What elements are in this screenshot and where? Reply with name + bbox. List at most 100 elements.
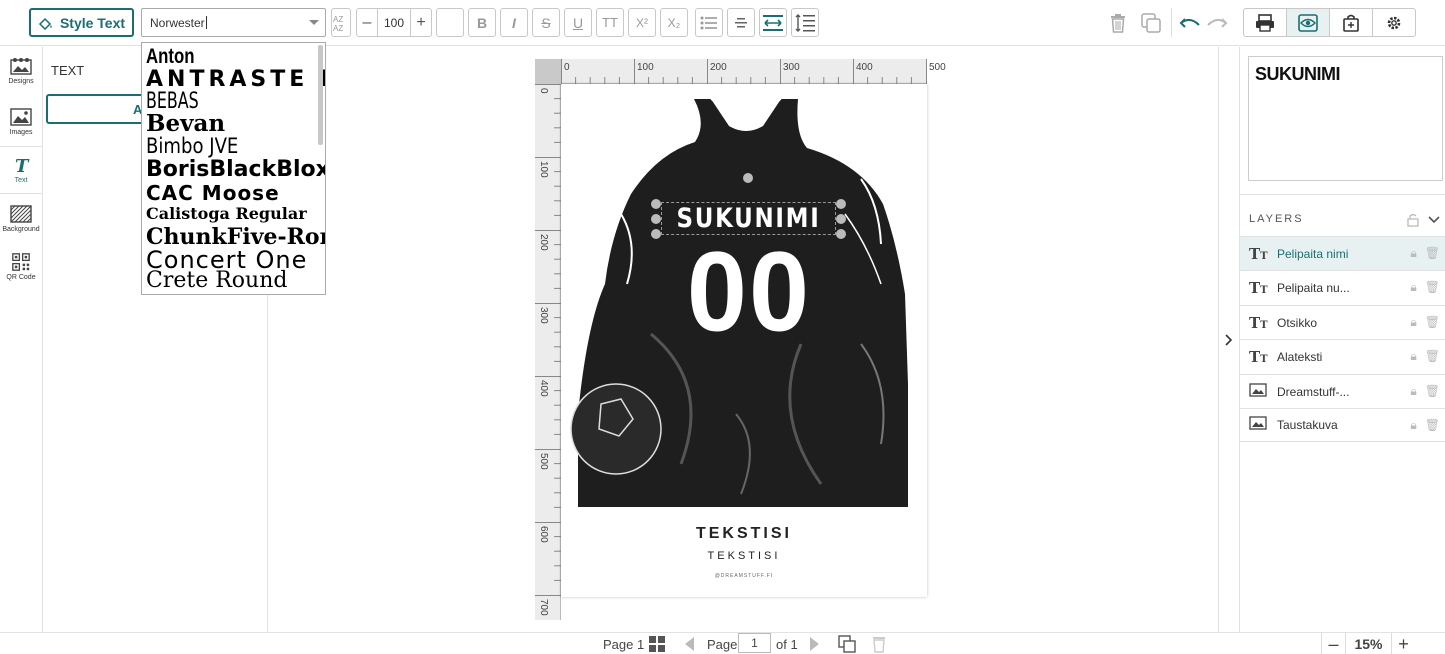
- image-layer-icon: [1249, 382, 1271, 401]
- font-option[interactable]: Bevan: [146, 112, 225, 135]
- font-option[interactable]: Calistoga Regular: [146, 206, 307, 222]
- trash-icon[interactable]: 🗑︎: [1425, 384, 1440, 399]
- design-credit-text[interactable]: @DREAMSTUFF.FI: [561, 573, 927, 579]
- lock-icon[interactable]: 🔒︎: [1410, 384, 1416, 399]
- font-option[interactable]: Anton: [146, 46, 195, 67]
- design-title-text[interactable]: TEKSTISI: [561, 525, 927, 543]
- resize-handle[interactable]: [651, 199, 661, 209]
- delete-page-button[interactable]: [872, 635, 886, 653]
- design-page[interactable]: 00 SUKUNIMI TEKSTISI TEKSTISI @DREAMSTUF…: [561, 84, 927, 597]
- right-panel-toggle[interactable]: [1218, 47, 1239, 632]
- subscript-button[interactable]: X₂: [660, 8, 688, 37]
- print-preview-button[interactable]: [1244, 9, 1287, 36]
- eye-icon: [1298, 13, 1318, 32]
- lock-icon[interactable]: 🔒︎: [1410, 246, 1416, 261]
- lock-icon[interactable]: 🔒︎: [1410, 280, 1416, 295]
- lock-icon[interactable]: 🔒︎: [1410, 315, 1416, 330]
- trash-icon[interactable]: 🗑︎: [1425, 315, 1440, 330]
- resize-handle[interactable]: [836, 229, 846, 239]
- lock-all-icon[interactable]: [1406, 213, 1420, 227]
- letter-spacing-button[interactable]: AZ AZ: [331, 8, 351, 37]
- layer-item[interactable]: Dreamstuff-... 🔒︎ 🗑︎: [1240, 374, 1445, 408]
- bold-button[interactable]: B: [468, 8, 496, 37]
- duplicate-icon: [1141, 13, 1161, 33]
- layer-item[interactable]: TT Pelipaita nimi 🔒︎ 🗑︎: [1240, 236, 1445, 270]
- uppercase-button[interactable]: TT: [596, 8, 624, 37]
- design-subtitle-text[interactable]: TEKSTISI: [561, 550, 927, 562]
- align-center-button[interactable]: [727, 8, 755, 37]
- underline-button[interactable]: U: [564, 8, 592, 37]
- zoom-in-button[interactable]: +: [1391, 633, 1415, 654]
- style-text-button[interactable]: Style Text: [29, 8, 134, 37]
- resize-handle[interactable]: [651, 214, 661, 224]
- font-size-increase-button[interactable]: +: [411, 14, 431, 32]
- layer-name: Alateksti: [1277, 349, 1323, 364]
- line-height-button[interactable]: [791, 8, 819, 37]
- rail-item-qr-code[interactable]: QR Code: [0, 243, 42, 291]
- chevron-down-icon[interactable]: [1428, 216, 1440, 224]
- add-to-cart-button[interactable]: [1330, 9, 1373, 36]
- strikethrough-button[interactable]: S: [532, 8, 560, 37]
- superscript-button[interactable]: X²: [628, 8, 656, 37]
- layer-item[interactable]: TT Otsikko 🔒︎ 🗑︎: [1240, 305, 1445, 339]
- font-size-value[interactable]: 100: [377, 9, 411, 36]
- chevron-down-icon[interactable]: [309, 20, 319, 25]
- font-size-decrease-button[interactable]: –: [357, 14, 377, 32]
- italic-button[interactable]: I: [500, 8, 528, 37]
- undo-button[interactable]: [1177, 10, 1203, 36]
- trash-icon[interactable]: 🗑︎: [1425, 280, 1440, 295]
- resize-handle[interactable]: [651, 229, 661, 239]
- next-page-button[interactable]: [809, 635, 821, 653]
- player-silhouette-image[interactable]: 00: [561, 84, 927, 597]
- settings-button[interactable]: [1373, 9, 1415, 36]
- ruler-label: 400: [856, 62, 873, 73]
- trash-icon[interactable]: 🗑︎: [1425, 418, 1440, 433]
- dropdown-scrollbar[interactable]: [318, 45, 323, 145]
- page-word: Page: [707, 636, 738, 652]
- layer-item[interactable]: TT Pelipaita nu... 🔒︎ 🗑︎: [1240, 270, 1445, 304]
- resize-handle[interactable]: [836, 199, 846, 209]
- text-icon: T: [15, 156, 30, 174]
- page-grid-button[interactable]: [649, 635, 665, 653]
- font-option[interactable]: Crete Round: [146, 270, 287, 292]
- resize-handle[interactable]: [836, 214, 846, 224]
- duplicate-page-button[interactable]: [838, 635, 856, 653]
- rail-item-designs[interactable]: Designs: [0, 47, 42, 95]
- previous-page-button[interactable]: [683, 635, 695, 653]
- layers-header[interactable]: LAYERS: [1240, 194, 1445, 236]
- width-fit-button[interactable]: [759, 8, 787, 37]
- redo-button[interactable]: [1204, 10, 1230, 36]
- trash-icon[interactable]: 🗑︎: [1425, 246, 1440, 261]
- font-option[interactable]: CAC Moose: [146, 183, 280, 203]
- font-option[interactable]: Bimbo JVE: [146, 136, 238, 157]
- duplicate-button[interactable]: [1138, 10, 1164, 36]
- rail-item-images[interactable]: Images: [0, 98, 42, 146]
- font-family-input[interactable]: Norwester: [141, 8, 326, 37]
- rail-item-background[interactable]: Background: [0, 195, 42, 243]
- page-number-field[interactable]: 1: [738, 633, 771, 653]
- printer-icon: [1256, 13, 1274, 32]
- font-size-stepper[interactable]: – 100 +: [356, 8, 432, 37]
- undo-icon: [1179, 18, 1200, 28]
- jersey-number[interactable]: 00: [687, 229, 811, 355]
- ruler-label: 200: [710, 62, 727, 73]
- zoom-out-button[interactable]: –: [1321, 633, 1345, 654]
- trash-icon[interactable]: 🗑︎: [1425, 349, 1440, 364]
- text-color-swatch[interactable]: [436, 8, 464, 37]
- bullet-list-button[interactable]: [695, 8, 723, 37]
- preview-button[interactable]: [1287, 9, 1330, 36]
- font-option[interactable]: ChunkFive-Roman: [146, 226, 325, 248]
- jersey-name-text[interactable]: SUKUNIMI: [674, 202, 823, 235]
- font-option[interactable]: ANTRASTE REG: [146, 69, 325, 91]
- rotate-handle[interactable]: [743, 173, 753, 183]
- zoom-level[interactable]: 15%: [1345, 633, 1391, 654]
- layer-item[interactable]: Taustakuva 🔒︎ 🗑︎: [1240, 408, 1445, 442]
- page-number-value: 1: [738, 633, 771, 653]
- font-option[interactable]: BorisBlackBloxx: [146, 159, 325, 181]
- rail-item-text[interactable]: T Text: [0, 146, 42, 194]
- lock-icon[interactable]: 🔒︎: [1410, 418, 1416, 433]
- delete-button[interactable]: [1105, 10, 1131, 36]
- lock-icon[interactable]: 🔒︎: [1410, 349, 1416, 364]
- layer-name: Pelipaita nimi: [1277, 246, 1349, 261]
- layer-item[interactable]: TT Alateksti 🔒︎ 🗑︎: [1240, 339, 1445, 373]
